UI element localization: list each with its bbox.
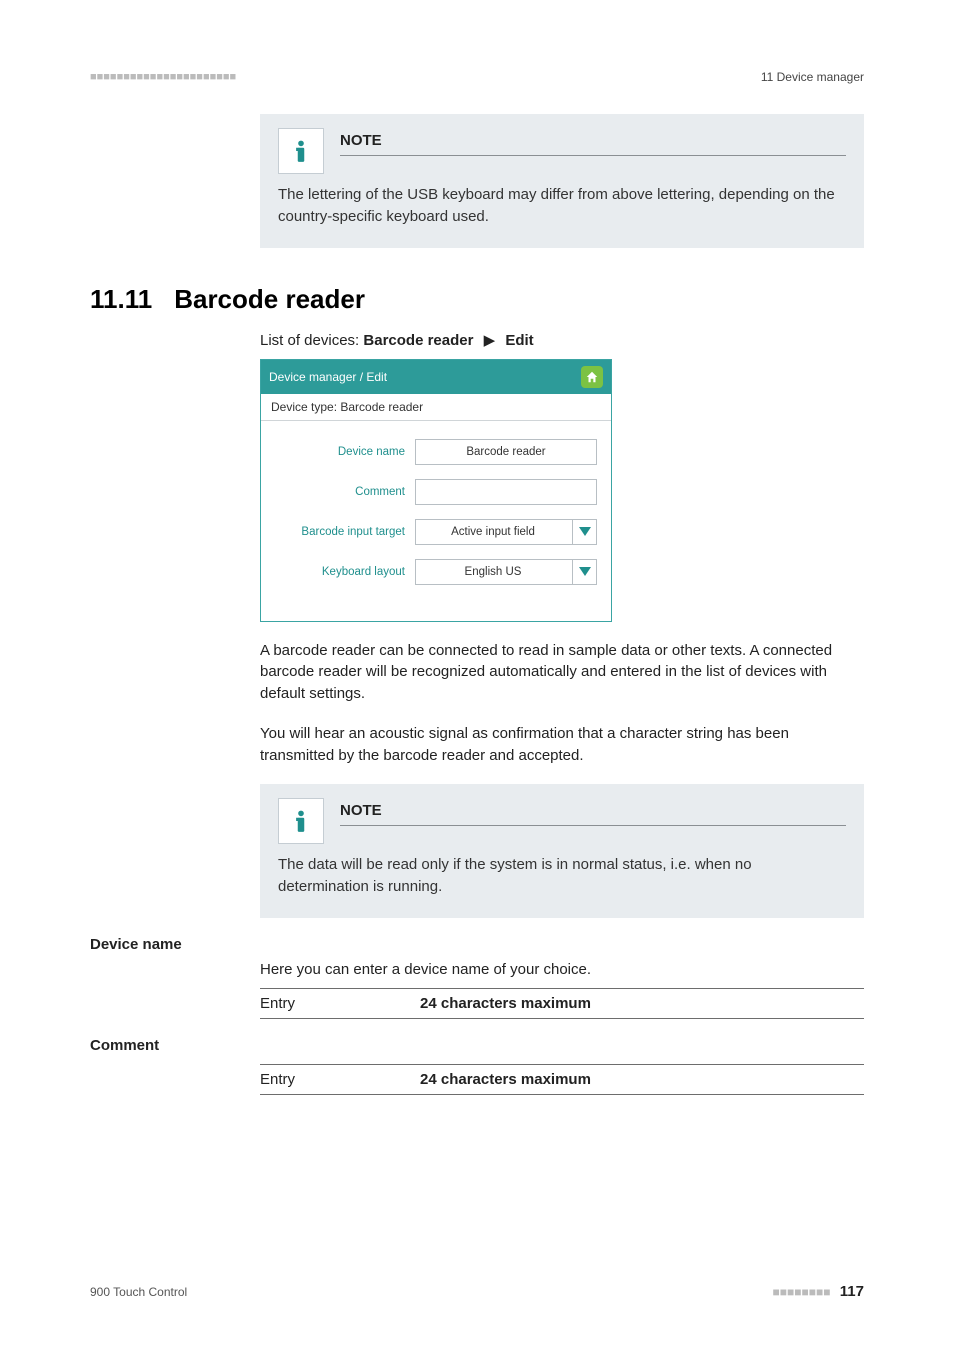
section-title: Barcode reader (174, 284, 365, 315)
paragraph-1: A barcode reader can be connected to rea… (260, 640, 864, 705)
device-name-entry-row: Entry 24 characters maximum (260, 988, 864, 1019)
breadcrumb-item1: Barcode reader (363, 332, 473, 349)
breadcrumb-prefix: List of devices: (260, 332, 363, 349)
field-comment-heading: Comment (90, 1037, 864, 1054)
keyboard-layout-select[interactable]: English US (415, 559, 597, 585)
page-header: ■■■■■■■■■■■■■■■■■■■■■■ 11 Device manager (90, 70, 864, 84)
breadcrumb-item2: Edit (505, 332, 533, 349)
info-icon (278, 798, 324, 844)
info-icon (278, 128, 324, 174)
comment-input[interactable] (415, 479, 597, 505)
breadcrumb-sep: ▶ (484, 331, 496, 349)
dialog-title: Device manager / Edit (269, 370, 387, 384)
header-chapter: 11 Device manager (761, 70, 864, 84)
page-footer: 900 Touch Control ■■■■■■■■ 117 (90, 1283, 864, 1300)
device-name-label: Device name (275, 446, 415, 458)
note-title: NOTE (340, 132, 846, 156)
section-heading: 11.11 Barcode reader (90, 284, 864, 315)
barcode-target-label: Barcode input target (275, 526, 415, 538)
entry-label: Entry (260, 995, 420, 1012)
note-title: NOTE (340, 802, 846, 826)
home-button[interactable] (581, 366, 603, 388)
entry-label: Entry (260, 1071, 420, 1088)
note-body: The lettering of the USB keyboard may di… (278, 184, 846, 228)
entry-value: 24 characters maximum (420, 1071, 591, 1088)
comment-entry-row: Entry 24 characters maximum (260, 1064, 864, 1095)
breadcrumb: List of devices: Barcode reader ▶ Edit (260, 331, 864, 349)
field-device-name-heading: Device name (90, 936, 864, 953)
barcode-target-select[interactable]: Active input field (415, 519, 597, 545)
note-box-readstatus: NOTE The data will be read only if the s… (260, 784, 864, 918)
device-name-input[interactable]: Barcode reader (415, 439, 597, 465)
note-box-keyboard: NOTE The lettering of the USB keyboard m… (260, 114, 864, 248)
page-number: 117 (840, 1283, 864, 1300)
field-device-name-desc: Here you can enter a device name of your… (260, 961, 864, 978)
dialog-titlebar: Device manager / Edit (261, 360, 611, 394)
paragraph-2: You will hear an acoustic signal as conf… (260, 723, 864, 767)
chevron-down-icon (572, 560, 596, 584)
keyboard-layout-label: Keyboard layout (275, 566, 415, 578)
footer-product: 900 Touch Control (90, 1285, 187, 1299)
dialog-subhead: Device type: Barcode reader (261, 394, 611, 421)
header-dashes: ■■■■■■■■■■■■■■■■■■■■■■ (90, 71, 236, 83)
section-number: 11.11 (90, 284, 152, 315)
footer-dashes: ■■■■■■■■ (772, 1285, 830, 1299)
entry-value: 24 characters maximum (420, 995, 591, 1012)
comment-label: Comment (275, 486, 415, 498)
chevron-down-icon (572, 520, 596, 544)
device-edit-dialog: Device manager / Edit Device type: Barco… (260, 359, 612, 622)
note-body: The data will be read only if the system… (278, 854, 846, 898)
